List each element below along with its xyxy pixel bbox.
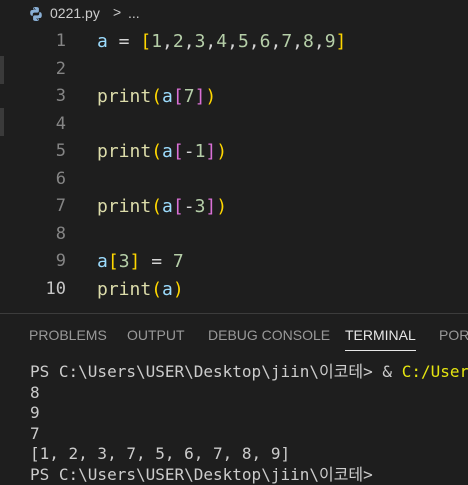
line-number: 7 xyxy=(55,196,66,216)
line-number: 8 xyxy=(55,223,66,244)
line-number: 5 xyxy=(55,141,66,161)
panel-tabs: PROBLEMS OUTPUT DEBUG CONSOLE TERMINAL P… xyxy=(0,314,468,356)
tab-problems[interactable]: PROBLEMS xyxy=(29,327,107,343)
terminal-partial-prompt: PS C:\Users\USER\Desktop\jiin\이코테> xyxy=(30,464,383,484)
line-number: 6 xyxy=(55,168,66,189)
code-line-current[interactable]: 10 print(a) xyxy=(0,276,468,304)
code-line[interactable]: 6 xyxy=(0,166,468,194)
code-line[interactable]: 4 xyxy=(0,111,468,139)
breadcrumb-ellipsis[interactable]: ... xyxy=(128,5,140,21)
code-line[interactable]: 2 xyxy=(0,56,468,84)
code-line[interactable]: 5 print(a[-1]) xyxy=(0,138,468,166)
line-number: 3 xyxy=(55,86,66,106)
tab-ports[interactable]: PORTS xyxy=(439,327,468,343)
line-number: 4 xyxy=(55,113,66,134)
code-text: a = [1,2,3,4,5,6,7,8,9] xyxy=(97,31,347,52)
code-text: print(a) xyxy=(97,278,184,300)
code-line[interactable]: 3 print(a[7]) xyxy=(0,83,468,111)
breadcrumb[interactable]: 0221.py > ... xyxy=(0,0,468,28)
code-line[interactable]: 7 print(a[-3]) xyxy=(0,193,468,221)
code-editor[interactable]: 1 a = [1,2,3,4,5,6,7,8,9] 2 3 print(a[7]… xyxy=(0,28,468,310)
terminal-output-line: 8 xyxy=(30,382,40,402)
code-line[interactable]: 9 a[3] = 7 xyxy=(0,248,468,276)
chevron-right-icon: > xyxy=(113,4,122,20)
line-number: 2 xyxy=(55,58,66,79)
code-text: a[3] = 7 xyxy=(97,251,184,272)
tab-debug-console[interactable]: DEBUG CONSOLE xyxy=(208,327,330,343)
line-number: 9 xyxy=(55,251,66,271)
code-line[interactable]: 1 a = [1,2,3,4,5,6,7,8,9] xyxy=(0,28,468,56)
code-text: print(a[7]) xyxy=(97,86,217,107)
line-number: 1 xyxy=(55,31,66,51)
python-file-icon xyxy=(30,7,42,21)
tab-terminal-label: TERMINAL xyxy=(345,327,416,343)
terminal-command-path: C:/Users/ xyxy=(401,362,468,381)
terminal-prompt: PS C:\Users\USER\Desktop\jiin\이코테> & xyxy=(30,362,402,381)
breadcrumb-file-name[interactable]: 0221.py xyxy=(50,5,100,21)
code-text: print(a[-3]) xyxy=(97,196,228,217)
terminal-output-line: 9 xyxy=(30,403,40,422)
code-line[interactable]: 8 xyxy=(0,221,468,249)
tab-terminal[interactable]: TERMINAL xyxy=(345,327,416,351)
terminal-output-line: [1, 2, 3, 7, 5, 6, 7, 8, 9] xyxy=(30,444,291,463)
terminal-output-line: 7 xyxy=(30,423,40,443)
line-number: 10 xyxy=(45,278,66,299)
tab-output[interactable]: OUTPUT xyxy=(127,327,185,343)
bottom-panel: PROBLEMS OUTPUT DEBUG CONSOLE TERMINAL P… xyxy=(0,313,468,484)
active-tab-indicator xyxy=(345,350,416,351)
code-text: print(a[-1]) xyxy=(97,141,228,162)
